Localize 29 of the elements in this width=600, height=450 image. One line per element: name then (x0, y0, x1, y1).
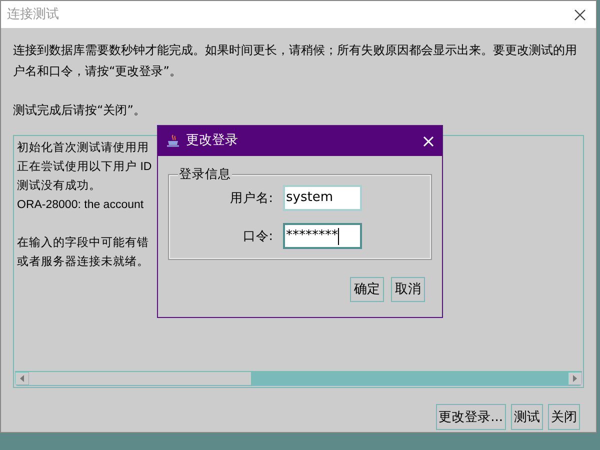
window-title: 连接测试 (7, 6, 59, 24)
input-field[interactable]: ******** (283, 223, 362, 249)
dialog-button[interactable]: 更改登录... (436, 404, 506, 430)
log-line: ORA-28000: the account (17, 198, 144, 213)
dialog-button[interactable]: 关闭 (548, 404, 580, 430)
scrollbar-thumb[interactable] (29, 372, 251, 385)
horizontal-scrollbar[interactable] (15, 371, 582, 386)
input-field[interactable]: system (283, 185, 362, 211)
log-line: 在输入的字段中可能有错 (17, 235, 149, 251)
group-title: 登录信息 (178, 165, 232, 183)
scroll-left-icon[interactable] (15, 372, 29, 385)
field-value: ******** (286, 227, 338, 246)
dialog-button[interactable]: 测试 (511, 404, 543, 430)
field-label: 用户名: (228, 188, 274, 207)
scroll-right-icon[interactable] (568, 372, 582, 385)
log-line: 测试没有成功。 (17, 178, 101, 194)
dialog-button[interactable]: 取消 (391, 277, 425, 302)
instruction-text: 测试完成后请按“关闭”。 (13, 102, 146, 119)
log-line: 正在尝试使用以下用户 ID (17, 159, 152, 175)
log-line: 初始化首次测试请使用用 (17, 140, 149, 156)
close-icon[interactable] (574, 8, 586, 20)
log-line: 或者服务器连接未就绪。 (17, 254, 149, 270)
dialog-button[interactable]: 确定 (350, 277, 384, 302)
field-value: system (286, 189, 333, 208)
instruction-text: 连接到数据库需要数秒钟才能完成。如果时间更长，请稍候；所有失败原因都会显示出来。要更改测试的用户名和口令，请按“更改登录”。 (13, 42, 578, 80)
dialog-title: 更改登录 (186, 132, 238, 150)
coffee-cup-icon (166, 134, 181, 148)
text-cursor (338, 228, 339, 244)
field-label: 口令: (242, 226, 274, 245)
